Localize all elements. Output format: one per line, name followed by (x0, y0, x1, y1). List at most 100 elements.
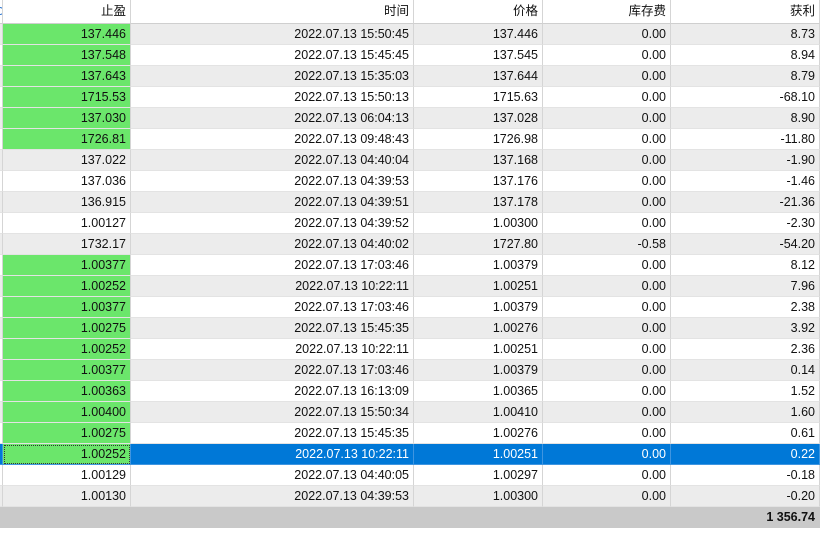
cell-profit[interactable]: 8.73 (671, 24, 820, 45)
cell-take-profit[interactable]: 137.548 (3, 45, 131, 66)
cell-price[interactable]: 1715.63 (414, 87, 543, 108)
cell-profit[interactable]: 8.12 (671, 255, 820, 276)
cell-time[interactable]: 2022.07.13 15:35:03 (131, 66, 414, 87)
cell-profit[interactable]: -68.10 (671, 87, 820, 108)
cell-time[interactable]: 2022.07.13 04:39:51 (131, 192, 414, 213)
table-row[interactable]: 137.030 2022.07.13 06:04:13 137.028 0.00 8.9… (0, 108, 820, 129)
table-row[interactable]: 1.00129 2022.07.13 04:40:05 1.00297 0.00 -0.… (0, 465, 820, 486)
cell-price[interactable]: 1.00276 (414, 423, 543, 444)
cell-time[interactable]: 2022.07.13 09:48:43 (131, 129, 414, 150)
cell-time[interactable]: 2022.07.13 16:13:09 (131, 381, 414, 402)
table-row[interactable]: 137.022 2022.07.13 04:40:04 137.168 0.00 -1.… (0, 150, 820, 171)
cell-price[interactable]: 137.446 (414, 24, 543, 45)
table-row[interactable]: 1.00377 2022.07.13 17:03:46 1.00379 0.00 8.1… (0, 255, 820, 276)
cell-take-profit[interactable]: 1.00129 (3, 465, 131, 486)
cell-price[interactable]: 1.00379 (414, 360, 543, 381)
cell-profit[interactable]: 1.60 (671, 402, 820, 423)
cell-time[interactable]: 2022.07.13 04:39:53 (131, 486, 414, 507)
cell-time[interactable]: 2022.07.13 04:40:04 (131, 150, 414, 171)
cell-profit[interactable]: -0.20 (671, 486, 820, 507)
cell-profit[interactable]: 2.38 (671, 297, 820, 318)
cell-profit[interactable]: -0.18 (671, 465, 820, 486)
table-row[interactable]: 137.036 2022.07.13 04:39:53 137.176 0.00 -1.… (0, 171, 820, 192)
cell-time[interactable]: 2022.07.13 04:40:05 (131, 465, 414, 486)
cell-swap[interactable]: 0.00 (543, 87, 671, 108)
cell-swap[interactable]: 0.00 (543, 129, 671, 150)
cell-price[interactable]: 1.00379 (414, 297, 543, 318)
cell-time[interactable]: 2022.07.13 10:22:11 (131, 339, 414, 360)
cell-time[interactable]: 2022.07.13 06:04:13 (131, 108, 414, 129)
cell-take-profit[interactable]: 137.643 (3, 66, 131, 87)
cell-take-profit[interactable]: 1.00377 (3, 297, 131, 318)
cell-take-profit[interactable]: 1.00363 (3, 381, 131, 402)
cell-swap[interactable]: 0.00 (543, 150, 671, 171)
cell-time[interactable]: 2022.07.13 15:50:45 (131, 24, 414, 45)
cell-time[interactable]: 2022.07.13 17:03:46 (131, 297, 414, 318)
cell-time[interactable]: 2022.07.13 15:50:13 (131, 87, 414, 108)
cell-time[interactable]: 2022.07.13 15:50:34 (131, 402, 414, 423)
cell-profit[interactable]: -1.46 (671, 171, 820, 192)
cell-time[interactable]: 2022.07.13 04:39:52 (131, 213, 414, 234)
table-row[interactable]: 1.00363 2022.07.13 16:13:09 1.00365 0.00 1.5… (0, 381, 820, 402)
cell-swap[interactable]: 0.00 (543, 297, 671, 318)
cell-swap[interactable]: 0.00 (543, 213, 671, 234)
cell-swap[interactable]: 0.00 (543, 192, 671, 213)
cell-price[interactable]: 1.00379 (414, 255, 543, 276)
cell-price[interactable]: 1726.98 (414, 129, 543, 150)
cell-profit[interactable]: -11.80 (671, 129, 820, 150)
cell-take-profit[interactable]: 1.00252 (3, 276, 131, 297)
cell-take-profit[interactable]: 1715.53 (3, 87, 131, 108)
table-row[interactable]: 1.00130 2022.07.13 04:39:53 1.00300 0.00 -0.… (0, 486, 820, 507)
cell-time[interactable]: 2022.07.13 10:22:11 (131, 276, 414, 297)
cell-take-profit[interactable]: 1.00130 (3, 486, 131, 507)
cell-price[interactable]: 1.00251 (414, 276, 543, 297)
table-row[interactable]: 1.00377 2022.07.13 17:03:46 1.00379 0.00 2.3… (0, 297, 820, 318)
column-header-clipped[interactable] (0, 0, 3, 24)
cell-swap[interactable]: 0.00 (543, 423, 671, 444)
table-row[interactable]: 137.643 2022.07.13 15:35:03 137.644 0.00 8.7… (0, 66, 820, 87)
cell-profit[interactable]: -2.30 (671, 213, 820, 234)
cell-swap[interactable]: 0.00 (543, 171, 671, 192)
cell-time[interactable]: 2022.07.13 17:03:46 (131, 255, 414, 276)
cell-take-profit[interactable]: 1732.17 (3, 234, 131, 255)
cell-time[interactable]: 2022.07.13 15:45:45 (131, 45, 414, 66)
cell-profit[interactable]: 0.22 (671, 444, 820, 465)
cell-swap[interactable]: 0.00 (543, 255, 671, 276)
cell-swap[interactable]: 0.00 (543, 402, 671, 423)
cell-time[interactable]: 2022.07.13 04:39:53 (131, 171, 414, 192)
table-row[interactable]: 1.00275 2022.07.13 15:45:35 1.00276 0.00 0.6… (0, 423, 820, 444)
cell-profit[interactable]: 7.96 (671, 276, 820, 297)
table-row[interactable]: 1.00275 2022.07.13 15:45:35 1.00276 0.00 3.9… (0, 318, 820, 339)
table-row[interactable]: 137.446 2022.07.13 15:50:45 137.446 0.00 8.7… (0, 24, 820, 45)
cell-swap[interactable]: 0.00 (543, 381, 671, 402)
column-header-profit[interactable]: 获利 (671, 0, 820, 24)
table-row[interactable]: 1715.53 2022.07.13 15:50:13 1715.63 0.00 -68… (0, 87, 820, 108)
cell-profit[interactable]: 8.90 (671, 108, 820, 129)
cell-price[interactable]: 1727.80 (414, 234, 543, 255)
cell-profit[interactable]: -21.36 (671, 192, 820, 213)
cell-price[interactable]: 1.00276 (414, 318, 543, 339)
cell-take-profit[interactable]: 137.036 (3, 171, 131, 192)
cell-take-profit[interactable]: 137.022 (3, 150, 131, 171)
cell-time[interactable]: 2022.07.13 17:03:46 (131, 360, 414, 381)
cell-take-profit[interactable]: 1.00377 (3, 255, 131, 276)
cell-time[interactable]: 2022.07.13 10:22:11 (131, 444, 414, 465)
cell-price[interactable]: 137.028 (414, 108, 543, 129)
cell-profit[interactable]: 1.52 (671, 381, 820, 402)
cell-price[interactable]: 1.00410 (414, 402, 543, 423)
cell-swap[interactable]: 0.00 (543, 66, 671, 87)
cell-profit[interactable]: 2.36 (671, 339, 820, 360)
cell-price[interactable]: 1.00251 (414, 339, 543, 360)
cell-take-profit[interactable]: 1726.81 (3, 129, 131, 150)
column-header-price[interactable]: 价格 (414, 0, 543, 24)
table-row[interactable]: 137.548 2022.07.13 15:45:45 137.545 0.00 8.9… (0, 45, 820, 66)
table-row[interactable]: 1.00127 2022.07.13 04:39:52 1.00300 0.00 -2.… (0, 213, 820, 234)
cell-profit[interactable]: 0.61 (671, 423, 820, 444)
cell-price[interactable]: 1.00300 (414, 213, 543, 234)
cell-time[interactable]: 2022.07.13 04:40:02 (131, 234, 414, 255)
cell-price[interactable]: 137.545 (414, 45, 543, 66)
table-row[interactable]: 1732.17 2022.07.13 04:40:02 1727.80 -0.58 -5… (0, 234, 820, 255)
cell-price[interactable]: 137.176 (414, 171, 543, 192)
cell-take-profit[interactable]: 1.00252 (3, 339, 131, 360)
cell-profit[interactable]: -54.20 (671, 234, 820, 255)
